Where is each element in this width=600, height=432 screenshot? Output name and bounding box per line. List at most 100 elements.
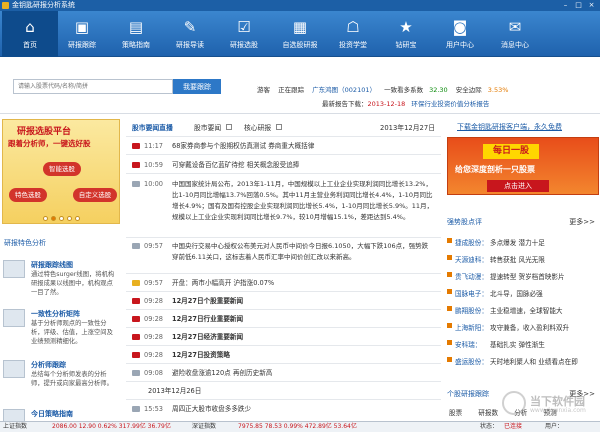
connection-label: 状态： <box>480 423 499 430</box>
toolbar-research-button[interactable]: ★ 钻研宝 <box>378 11 434 57</box>
tab-market-news[interactable]: 股市要闻 <box>194 122 221 132</box>
latest-report-link[interactable]: 环保行业投资价值分析报告 <box>411 100 489 108</box>
news-time: 10:00 <box>144 180 164 188</box>
edit-icon: ✎ <box>183 18 197 36</box>
news-row[interactable]: 09:57 中国央行交易中心授权公布美元对人民币中间价今日报6.1050，大幅下… <box>126 241 441 271</box>
watermark-logo-icon <box>502 391 526 415</box>
download-client-link[interactable]: 下载金钥匙研报客户端，永久免费 <box>457 122 562 132</box>
sh-index-value: 2086.00 12.90 0.62% 317.99亿 36.79亿 <box>52 423 171 430</box>
search-input[interactable] <box>13 79 173 94</box>
stock-name[interactable]: 国脉电子： <box>455 288 488 298</box>
feature-desc: 总结每个分析师发表的分析师，提升或向家最高分析师。 <box>31 371 113 387</box>
stock-name[interactable]: 安科瑞： <box>455 339 481 349</box>
divider <box>126 273 441 274</box>
market-news-checkbox[interactable] <box>226 124 232 130</box>
news-title[interactable]: 避险收盘涨逾120点 再创历史新高 <box>172 368 272 378</box>
banner-subtitle: 给您深度剖析一只股票 <box>455 165 535 174</box>
divider <box>126 399 441 400</box>
news-time: 09:08 <box>144 369 164 377</box>
divider <box>126 363 441 364</box>
minimize-icon[interactable]: – <box>560 1 571 10</box>
news-time: 09:28 <box>144 351 164 359</box>
news-body[interactable]: 中国国家统计局公布，2013年1-11月，中国规模以上工业企业实现利润同比增长1… <box>172 179 434 223</box>
stock-name[interactable]: 上海新阳： <box>455 322 488 332</box>
stock-comment[interactable]: 北斗导，国脉必强 <box>490 288 543 298</box>
banner-title: 研报选股平台 <box>17 127 72 137</box>
close-icon[interactable]: × <box>586 1 597 10</box>
more-link[interactable]: 更多>> <box>569 217 595 227</box>
stock-comment[interactable]: 多点爆发 潜力十足 <box>490 237 545 247</box>
hot-icon <box>132 143 140 149</box>
smart-picking-button[interactable]: 智能选股 <box>43 162 81 176</box>
bullet-icon <box>447 340 452 345</box>
featured-picking-button[interactable]: 特色选股 <box>9 188 47 202</box>
carousel-dot[interactable] <box>51 216 56 221</box>
safety-margin-label: 安全边际 <box>455 86 482 94</box>
tracked-stock[interactable]: 广东鸿图（002101） <box>312 86 376 94</box>
toolbar-report-guide-button[interactable]: ✎ 研报导读 <box>162 11 218 57</box>
stock-comment[interactable]: 提速转型 贺岁档首映影片 <box>490 271 565 281</box>
search-button[interactable]: 我要跟踪 <box>173 79 221 94</box>
bullet-icon <box>447 357 452 362</box>
carousel-dot[interactable] <box>59 216 64 221</box>
news-body[interactable]: 中国央行交易中心授权公布美元对人民币中间价今日报6.1050，大幅下跌106点，… <box>172 241 434 263</box>
table-icon: ▦ <box>292 18 308 36</box>
toolbar-stock-picking-button[interactable]: ☑ 研报选股 <box>216 11 272 57</box>
news-title[interactable]: 12月27日行业重要新闻 <box>172 314 243 324</box>
stock-name[interactable]: 鹏翔股份： <box>455 305 488 315</box>
window-title: 金钥匙研报分析系统 <box>12 1 75 9</box>
stock-name[interactable]: 贵飞动漫： <box>455 271 488 281</box>
core-reports-checkbox[interactable] <box>276 124 282 130</box>
feature-title: 研报跟踪线图 <box>31 261 73 269</box>
stock-comment[interactable]: 转售获批 风光无限 <box>490 254 545 264</box>
stock-name[interactable]: 捷成股份： <box>455 237 488 247</box>
bullet-icon <box>447 306 452 311</box>
news-title[interactable]: 12月27日投资策略 <box>172 350 230 360</box>
enter-button[interactable]: 点击进入 <box>487 180 549 192</box>
toolbar-report-tracking-button[interactable]: ▣ 研报跟踪 <box>54 11 110 57</box>
news-time: 11:17 <box>144 142 164 150</box>
stock-comment[interactable]: 主业稳增速，全球智能大 <box>490 305 563 315</box>
toolbar-strategy-button[interactable]: ▤ 策略指南 <box>108 11 164 57</box>
toolbar-user-center-button[interactable]: ◙ 用户中心 <box>432 11 488 57</box>
stock-comment[interactable]: 攻守兼备，收入盈利料双升 <box>490 322 569 332</box>
news-title[interactable]: 12月27日个股重要新闻 <box>172 296 243 306</box>
tab-core-reports[interactable]: 核心研报 <box>244 122 271 132</box>
column-header[interactable]: 研报数 <box>478 409 498 417</box>
stock-comment[interactable]: 基础扎实 弹性渐生 <box>490 339 545 349</box>
toolbar-home-button[interactable]: ⌂ 首页 <box>2 11 58 57</box>
daily-stock-banner[interactable]: 每日一股 给您深度剖析一只股票 点击进入 <box>447 137 599 195</box>
stock-name[interactable]: 天源迪科： <box>455 254 488 264</box>
toolbar-classroom-button[interactable]: ☖ 投资学堂 <box>325 11 381 57</box>
star-icon: ★ <box>399 18 413 36</box>
watermark-url: www.downxia.com <box>530 407 586 414</box>
bullet-icon <box>447 238 452 243</box>
sz-index-value: 7975.85 78.53 0.99% 472.89亿 53.64亿 <box>238 423 357 430</box>
latest-report-label: 最新报告下载： <box>322 100 368 108</box>
main-toolbar: ⌂ 首页 ▣ 研报跟踪 ▤ 策略指南 ✎ 研报导读 ☑ 研报选股 ▦ 自选股研报… <box>0 11 600 57</box>
sz-index-label: 深证指数 <box>192 423 217 430</box>
news-title[interactable]: 可穿戴设备百亿蓝矿待挖 相关概念股受追捧 <box>172 160 299 170</box>
stock-picking-banner[interactable]: 研报选股平台 跟着分析师，一键选好股 智能选股 特色选股 自定义选股 <box>2 119 120 224</box>
stock-comment[interactable]: 天时地利聚人和 业绩看点在即 <box>490 356 578 366</box>
news-title[interactable]: 68家券商参与个股期权仿真测试 券商重大概括律 <box>172 141 314 151</box>
carousel-dot[interactable] <box>75 216 80 221</box>
column-header[interactable]: 股票 <box>449 409 462 417</box>
news-title[interactable]: 12月27日经济重要新闻 <box>172 332 243 342</box>
news-title[interactable]: 周四正大股市收盘多多跌少 <box>172 404 251 414</box>
toolbar-label: 研报导读 <box>176 41 204 49</box>
carousel-dot[interactable] <box>43 216 48 221</box>
consensus-label: 一致看多系数 <box>384 86 424 94</box>
tab-live-news[interactable]: 股市要闻直播 <box>132 122 173 132</box>
stock-name[interactable]: 盛运股份： <box>455 356 488 366</box>
news-title[interactable]: 开盘：两市小幅高开 沪指涨0.07% <box>172 278 274 288</box>
tracking-status: 游客 正在跟踪 广东鸿图（002101） 一致看多系数 32.30 安全边际 3.5… <box>257 84 514 94</box>
carousel-dot[interactable] <box>67 216 72 221</box>
divider <box>126 381 441 382</box>
toolbar-message-center-button[interactable]: ✉ 消息中心 <box>487 11 543 57</box>
toolbar-watchlist-report-button[interactable]: ▦ 自选股研报 <box>272 11 328 57</box>
news-row[interactable]: 10:00 中国国家统计局公布，2013年1-11月，中国规模以上工业企业实现利… <box>126 179 441 237</box>
maximize-icon[interactable]: □ <box>573 1 584 10</box>
custom-picking-button[interactable]: 自定义选股 <box>73 188 117 202</box>
divider <box>126 237 441 238</box>
